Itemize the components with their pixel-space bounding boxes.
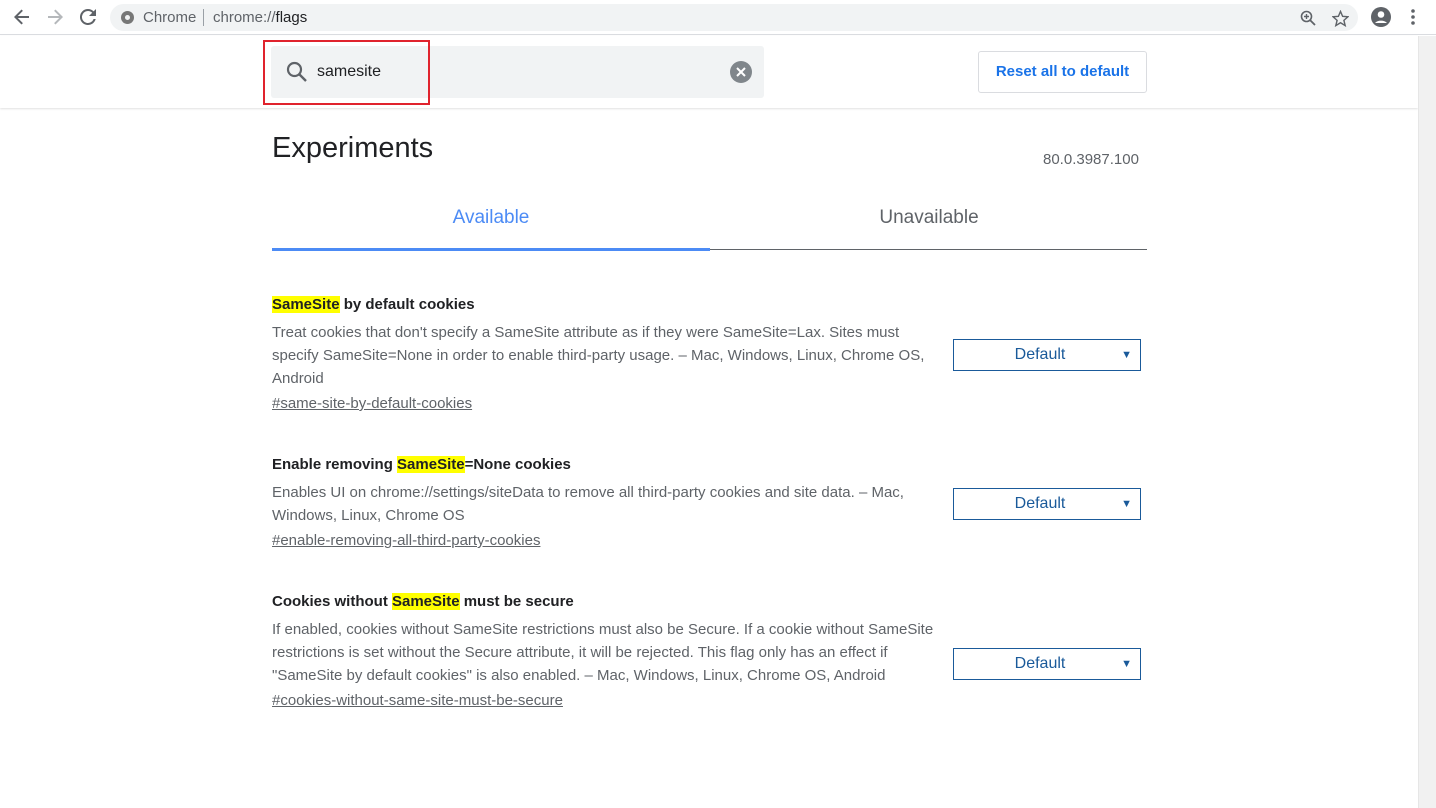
flag-description: Enables UI on chrome://settings/siteData… (272, 484, 904, 524)
flag-select[interactable]: Default ▼ (953, 339, 1141, 371)
flag-permalink[interactable]: #same-site-by-default-cookies (272, 393, 472, 415)
profile-button[interactable] (1368, 5, 1394, 29)
active-tab-indicator (272, 248, 710, 251)
flag-item: Enable removing SameSite=None cookies En… (272, 455, 1147, 552)
chrome-site-icon (121, 11, 134, 24)
flag-description: If enabled, cookies without SameSite res… (272, 621, 934, 684)
url-path: flags (275, 9, 308, 26)
url-scheme: chrome:// (213, 9, 276, 26)
flags-page: Reset all to default Experiments 80.0.39… (0, 36, 1418, 808)
flag-select-value: Default (1014, 495, 1066, 512)
back-icon (14, 9, 29, 25)
flag-select[interactable]: Default ▼ (953, 648, 1141, 680)
flag-permalink[interactable]: #enable-removing-all-third-party-cookies (272, 530, 540, 552)
zoom-icon (1300, 10, 1316, 26)
dropdown-arrow-icon: ▼ (1121, 349, 1132, 361)
star-icon (1331, 9, 1349, 27)
reset-all-button[interactable]: Reset all to default (978, 51, 1147, 93)
omnibox-separator (203, 9, 204, 26)
reload-icon (80, 9, 96, 25)
flag-name-suffix: by default cookies (339, 296, 475, 313)
forward-icon (48, 9, 63, 25)
address-bar[interactable]: Chrome chrome://flags (110, 4, 1358, 31)
version-label: 80.0.3987.100 (1043, 151, 1139, 168)
browser-menu-button[interactable] (1400, 5, 1426, 29)
flag-name: SameSite by default cookies (272, 295, 1147, 315)
flags-header: Reset all to default (0, 36, 1418, 108)
flag-item: SameSite by default cookies Treat cookie… (272, 295, 1147, 415)
flag-name-highlight: SameSite (272, 296, 340, 313)
flag-select-value: Default (1014, 346, 1066, 363)
site-label: Chrome (143, 9, 197, 26)
url-text[interactable]: chrome://flags (213, 9, 307, 26)
flag-name-suffix: =None cookies (464, 456, 571, 473)
annotation-highlight-box (263, 40, 430, 105)
page-title: Experiments (272, 132, 434, 164)
profile-icon (1371, 7, 1391, 27)
flag-name-suffix: must be secure (459, 593, 574, 610)
tab-unavailable[interactable]: Unavailable (710, 207, 1148, 251)
flag-permalink[interactable]: #cookies-without-same-site-must-be-secur… (272, 690, 563, 712)
tab-available[interactable]: Available (272, 207, 710, 251)
flag-name-prefix: Cookies without (272, 593, 392, 610)
menu-icon (1411, 9, 1415, 25)
back-button[interactable] (9, 5, 35, 29)
dropdown-arrow-icon: ▼ (1121, 658, 1132, 670)
bookmark-button[interactable] (1330, 8, 1350, 28)
clear-search-icon[interactable] (730, 61, 752, 83)
flag-name-highlight: SameSite (397, 456, 465, 473)
dropdown-arrow-icon: ▼ (1121, 498, 1132, 510)
forward-button[interactable] (42, 5, 68, 29)
page-scrollbar[interactable] (1418, 36, 1436, 808)
flag-name: Enable removing SameSite=None cookies (272, 455, 1147, 475)
flag-name-prefix: Enable removing (272, 456, 398, 473)
flag-select-value: Default (1014, 655, 1066, 672)
flag-name: Cookies without SameSite must be secure (272, 592, 1147, 612)
browser-toolbar: Chrome chrome://flags (0, 0, 1436, 35)
reload-button[interactable] (75, 5, 101, 29)
zoom-button[interactable] (1298, 8, 1318, 28)
flag-select[interactable]: Default ▼ (953, 488, 1141, 520)
flag-name-highlight: SameSite (392, 593, 460, 610)
flag-item: Cookies without SameSite must be secure … (272, 592, 1147, 712)
flag-description: Treat cookies that don't specify a SameS… (272, 324, 925, 387)
